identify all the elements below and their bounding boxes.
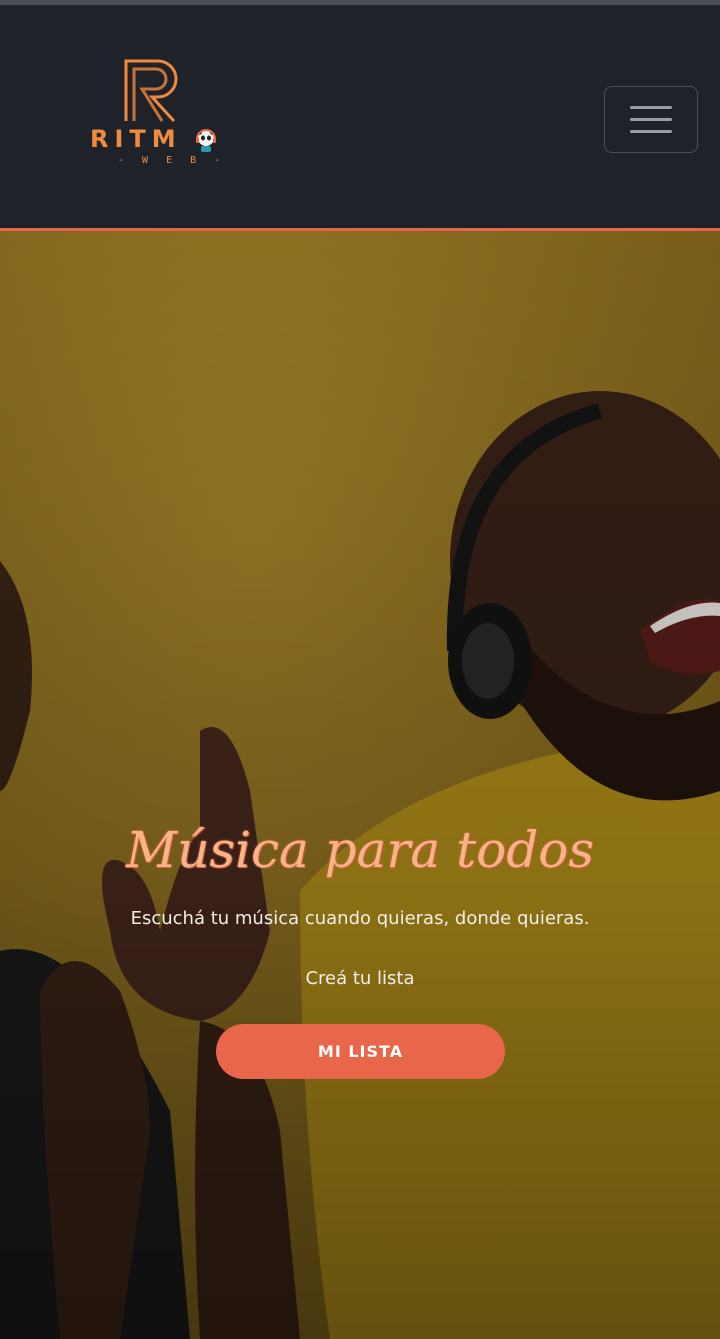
hamburger-menu-icon-bar	[630, 130, 672, 133]
hamburger-menu-icon-bar	[630, 118, 672, 121]
hamburger-menu-icon	[630, 106, 672, 109]
hero-tagline: Creá tu lista	[305, 968, 415, 989]
mi-lista-button[interactable]: MI LISTA	[216, 1024, 505, 1079]
hero-background-image	[0, 231, 720, 1339]
hamburger-menu-button[interactable]	[604, 86, 698, 153]
panda-headphones-icon	[196, 129, 216, 152]
brand-logo[interactable]: RITM - W E B -	[90, 57, 230, 177]
site-header: RITM - W E B -	[0, 5, 720, 228]
hero-section: Música para todos Escuchá tu música cuan…	[0, 231, 720, 1339]
letter-r-mark-icon	[124, 59, 178, 123]
hero-title: Música para todos	[125, 821, 595, 879]
brand-subtitle: - W E B -	[118, 155, 227, 166]
brand-name: RITM	[90, 125, 182, 153]
hero-subtitle: Escuchá tu música cuando quieras, donde …	[130, 908, 590, 929]
